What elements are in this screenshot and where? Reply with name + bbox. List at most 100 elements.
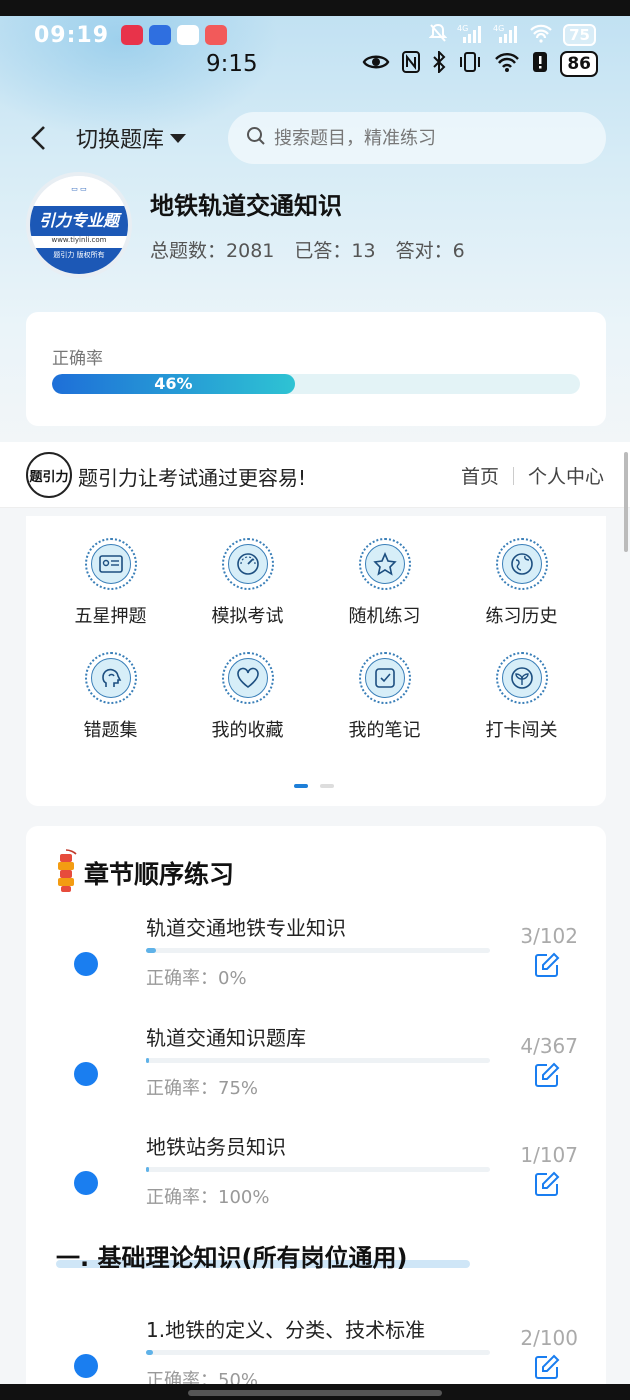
bullet-dot — [74, 1354, 98, 1378]
id-card-icon — [90, 544, 131, 584]
accuracy-percent: 46% — [154, 374, 193, 393]
feature-label: 我的笔记 — [348, 720, 421, 741]
bullet-dot — [74, 1062, 98, 1086]
chapter-name: 地铁站务员知识 — [146, 1135, 286, 1159]
feature-label: 错题集 — [83, 720, 138, 741]
back-arrow-icon[interactable] — [28, 124, 52, 152]
home-link[interactable]: 首页 — [461, 462, 499, 489]
sprout-icon — [501, 658, 542, 698]
link-divider — [512, 466, 514, 485]
status-bar-inner: 9:15 86 — [0, 44, 630, 84]
edit-icon[interactable] — [534, 1171, 560, 1197]
chapter-count: 3/102 — [520, 924, 578, 948]
notification-app-icons — [121, 25, 228, 45]
switch-bank-dropdown[interactable]: 切换题库 — [76, 122, 187, 154]
chapter-name: 轨道交通地铁专业知识 — [146, 916, 346, 940]
chapter-rate: 正确率：75% — [146, 1078, 259, 1099]
edit-icon[interactable] — [534, 952, 560, 978]
accuracy-card: 正确率 46% — [26, 312, 606, 426]
alert-icon — [532, 51, 548, 77]
switch-bank-label: 切换题库 — [76, 128, 165, 153]
home-indicator[interactable] — [188, 1390, 442, 1396]
battery-indicator: 75 — [563, 24, 596, 46]
page-dot-active — [294, 784, 308, 788]
gesture-bar — [0, 1384, 630, 1400]
feature-wrong-questions[interactable]: 错题集 — [42, 652, 179, 742]
feature-checkin[interactable]: 打卡闯关 — [453, 652, 590, 742]
feature-history[interactable]: 练习历史 — [453, 538, 590, 628]
logo-url: www.tiyinli.com — [51, 236, 107, 244]
net-label-2: 4G — [493, 24, 504, 33]
screen-top-edge — [0, 0, 630, 16]
personal-center-link[interactable]: 个人中心 — [528, 462, 604, 489]
search-bar[interactable] — [228, 112, 606, 164]
bank-title: 地铁轨道交通知识 — [150, 192, 342, 220]
feature-favorites[interactable]: 我的收藏 — [179, 652, 316, 742]
accuracy-progress-track: 46% — [52, 374, 580, 394]
section-progress-track — [146, 1350, 490, 1355]
feature-label: 随机练习 — [348, 606, 421, 627]
chapter-header: 章节顺序练习 — [54, 848, 234, 898]
slogan-text: 题引力让考试通过更容易! — [78, 466, 307, 490]
chapter-rate: 正确率：0% — [146, 968, 247, 989]
chapter-progress-fill — [146, 1167, 150, 1172]
search-input[interactable] — [274, 127, 574, 149]
bank-logo: ▭ ▭ 引力专业题 www.tiyinli.com 题引力 版权所有 — [26, 172, 132, 278]
answered-count: 已答：13 — [294, 240, 376, 262]
page-indicator — [294, 784, 334, 788]
chapter-progress-track — [146, 948, 490, 953]
chapter-row[interactable]: 轨道交通地铁专业知识 正确率：0% 3/102 — [26, 912, 606, 1012]
section-title: 一. 基础理论知识(所有岗位通用) — [56, 1244, 408, 1272]
chapter-row[interactable]: 轨道交通知识题库 正确率：75% 4/367 — [26, 1022, 606, 1122]
nfc-icon — [402, 51, 421, 77]
chapter-row[interactable]: 地铁站务员知识 正确率：100% 1/107 — [26, 1131, 606, 1231]
chapter-count: 1/107 — [520, 1143, 578, 1167]
wifi-icon-inner — [494, 51, 520, 77]
scrollbar[interactable] — [624, 452, 628, 552]
battery-indicator-inner: 86 — [560, 51, 598, 77]
feature-mock-exam[interactable]: 模拟考试 — [179, 538, 316, 628]
app-icon-blue — [149, 25, 172, 45]
vibrate-icon — [458, 51, 482, 77]
correct-count: 答对：6 — [395, 240, 465, 262]
feature-notes[interactable]: 我的笔记 — [316, 652, 453, 742]
eye-icon — [362, 52, 390, 76]
chapter-progress-fill — [146, 948, 157, 953]
logo-top: ▭ ▭ — [30, 176, 128, 206]
feature-label: 我的收藏 — [211, 720, 284, 741]
app-icon-red — [121, 25, 144, 45]
search-icon — [246, 126, 266, 150]
feature-label: 模拟考试 — [211, 606, 284, 627]
top-nav: 切换题库 — [0, 110, 630, 166]
gauge-icon — [227, 544, 268, 584]
section-progress-fill — [146, 1350, 153, 1355]
page-dot — [320, 784, 334, 788]
feature-five-star[interactable]: 五星押题 — [42, 538, 179, 628]
chapter-name: 轨道交通知识题库 — [146, 1026, 306, 1050]
edit-icon[interactable] — [534, 1062, 560, 1088]
globe-icon — [501, 544, 542, 584]
feature-label: 练习历史 — [485, 606, 558, 627]
note-icon — [364, 658, 405, 698]
bluetooth-icon — [432, 49, 446, 77]
feature-label: 打卡闯关 — [485, 720, 558, 741]
firecracker-icon — [54, 848, 78, 898]
chapter-practice-card: 章节顺序练习 轨道交通地铁专业知识 正确率：0% 3/102 轨道交通知识题库 … — [26, 826, 606, 1400]
inner-status-time: 9:15 — [206, 51, 258, 77]
chapter-title: 章节顺序练习 — [84, 860, 235, 889]
heart-icon — [227, 658, 268, 698]
feature-grid: 五星押题 模拟考试 随机练习 练习历史 错题集 我的收藏 我的笔记 打卡闯关 — [26, 538, 606, 742]
feature-random-practice[interactable]: 随机练习 — [316, 538, 453, 628]
slogan-banner: 题引力 题引力让考试通过更容易! 首页 个人中心 — [0, 442, 630, 508]
net-label-1: 4G — [457, 24, 468, 33]
status-icons-inner: 86 — [362, 49, 598, 77]
logo-band-text: 引力专业题 — [30, 206, 128, 236]
app-icon-game — [205, 25, 228, 45]
bullet-dot — [74, 952, 98, 976]
chapter-progress-track — [146, 1058, 490, 1063]
bullet-dot — [74, 1171, 98, 1195]
app-icon-triangle — [177, 25, 200, 45]
chapter-rate: 正确率：100% — [146, 1187, 270, 1208]
head-icon — [90, 658, 131, 698]
edit-icon[interactable] — [534, 1354, 560, 1380]
